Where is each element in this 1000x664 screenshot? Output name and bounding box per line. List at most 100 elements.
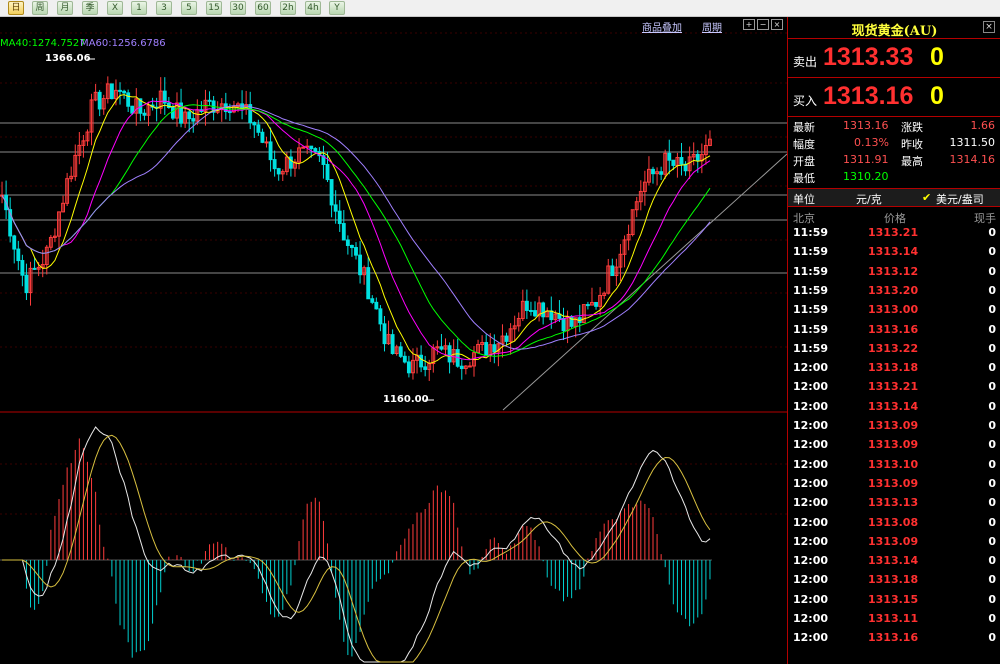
instrument-title: 现货黄金(AU) xyxy=(851,24,938,39)
period-15min-button[interactable]: 15 xyxy=(206,1,222,15)
tick-price: 1313.14 xyxy=(868,399,919,413)
period-year-button[interactable]: Y xyxy=(329,1,345,15)
candle-body xyxy=(333,204,338,212)
high-value: 1314.16 xyxy=(949,153,996,166)
sell-volume: 0 xyxy=(930,43,944,71)
period-link[interactable]: 周期 xyxy=(702,19,722,34)
candle-body xyxy=(370,298,375,303)
col-price-header: 价格 xyxy=(884,212,906,225)
period-5min-button[interactable]: 5 xyxy=(181,1,197,15)
candle-body xyxy=(541,302,546,318)
candle-body xyxy=(32,267,37,270)
period-month-button[interactable]: 月 xyxy=(57,1,73,15)
tick-time: 12:00 xyxy=(793,419,829,432)
tick-row: 11:59 1313.14 0 xyxy=(788,245,1000,264)
unit-yuan-option[interactable]: 元/克 xyxy=(856,191,882,207)
ma40-legend: MA40:1274.7527 xyxy=(0,38,86,49)
tick-row: 11:59 1313.00 0 xyxy=(788,303,1000,322)
change-label: 涨跌 xyxy=(901,121,923,134)
zoom-out-button[interactable]: − xyxy=(757,19,769,30)
tick-price: 1313.09 xyxy=(868,419,919,432)
tick-volume: 0 xyxy=(988,303,996,317)
buy-label: 买入 xyxy=(793,94,818,108)
period-2h-button[interactable]: 2h xyxy=(280,1,296,15)
candle-body xyxy=(252,122,257,126)
candle-body xyxy=(227,111,232,114)
candle-body xyxy=(122,90,127,94)
tick-volume: 0 xyxy=(988,476,996,490)
tick-row: 12:00 1313.09 0 xyxy=(788,438,1000,457)
tick-row: 11:59 1313.16 0 xyxy=(788,323,1000,342)
candle-body xyxy=(467,365,472,368)
candle-body xyxy=(256,124,261,133)
period-60min-button[interactable]: 60 xyxy=(255,1,271,15)
period-4h-button[interactable]: 4h xyxy=(305,1,321,15)
period-week-button[interactable]: 周 xyxy=(32,1,48,15)
tick-volume: 0 xyxy=(988,264,996,278)
tick-volume: 0 xyxy=(988,534,996,548)
prev-close-value: 1311.50 xyxy=(949,136,996,149)
tick-price: 1313.21 xyxy=(868,380,919,394)
tick-time: 12:00 xyxy=(793,554,829,568)
kline-chart[interactable]: MA40:1274.7527 MA60:1256.6786 商品叠加 周期 + … xyxy=(0,17,787,664)
tick-price: 1313.16 xyxy=(868,322,919,336)
tick-price: 1313.18 xyxy=(868,573,919,587)
candle-body xyxy=(529,309,533,312)
candle-body xyxy=(126,92,131,107)
period-quarter-button[interactable]: 季 xyxy=(82,1,98,15)
tick-price: 1313.14 xyxy=(868,245,919,259)
candle-body xyxy=(378,308,383,325)
candle-body xyxy=(109,83,114,100)
overlay-commodity-link[interactable]: 商品叠加 xyxy=(642,19,682,34)
candle-body xyxy=(366,267,371,300)
candle-body xyxy=(459,365,464,370)
tick-row: 12:00 1313.16 0 xyxy=(788,631,1000,650)
chart-canvas[interactable] xyxy=(0,17,787,664)
period-toolbar: 日 周 月 季 X 1 3 5 15 30 60 2h 4h Y xyxy=(0,0,1000,17)
candle-body xyxy=(561,317,566,332)
tick-volume: 0 xyxy=(988,554,996,568)
candle-body xyxy=(671,159,676,166)
tick-row: 12:00 1313.15 0 xyxy=(788,593,1000,612)
tick-time: 12:00 xyxy=(793,361,829,375)
period-day-button[interactable]: 日 xyxy=(8,1,24,15)
candle-body xyxy=(358,254,362,276)
change-value: 1.66 xyxy=(970,119,996,132)
tick-volume: 0 xyxy=(988,438,996,452)
candle-body xyxy=(439,346,444,350)
tick-row: 12:00 1313.13 0 xyxy=(788,496,1000,515)
tick-row: 12:00 1313.08 0 xyxy=(788,516,1000,535)
tick-price: 1313.10 xyxy=(868,457,919,471)
tick-time: 12:00 xyxy=(793,380,829,394)
candle-body xyxy=(533,310,537,317)
candle-body xyxy=(142,112,147,116)
candle-body xyxy=(390,334,395,354)
period-30min-button[interactable]: 30 xyxy=(230,1,246,15)
tick-time: 12:00 xyxy=(793,496,829,510)
open-label: 开盘 xyxy=(793,155,815,168)
unit-usd-option[interactable]: 美元/盎司 xyxy=(936,191,984,207)
candle-body xyxy=(610,265,615,277)
tick-price: 1313.09 xyxy=(868,438,919,452)
candle-body xyxy=(264,141,269,144)
candle-body xyxy=(406,361,411,374)
candle-body xyxy=(118,89,122,92)
tick-volume: 0 xyxy=(988,496,996,510)
period-1min-button[interactable]: 1 xyxy=(131,1,147,15)
period-x-button[interactable]: X xyxy=(107,1,123,15)
tick-volume: 0 xyxy=(988,399,996,413)
tick-time: 11:59 xyxy=(793,226,829,239)
candle-body xyxy=(345,239,350,246)
candle-body xyxy=(170,106,175,119)
candle-body xyxy=(24,274,29,294)
zoom-in-button[interactable]: + xyxy=(743,19,755,30)
candle-body xyxy=(679,157,684,165)
panel-close-button[interactable]: × xyxy=(983,21,995,33)
sell-label: 卖出 xyxy=(793,55,818,69)
candle-body xyxy=(651,168,655,175)
candle-body xyxy=(354,247,358,256)
tick-time: 12:00 xyxy=(793,457,829,471)
period-3min-button[interactable]: 3 xyxy=(156,1,172,15)
chart-close-button[interactable]: × xyxy=(771,19,783,30)
candle-body xyxy=(382,323,387,345)
